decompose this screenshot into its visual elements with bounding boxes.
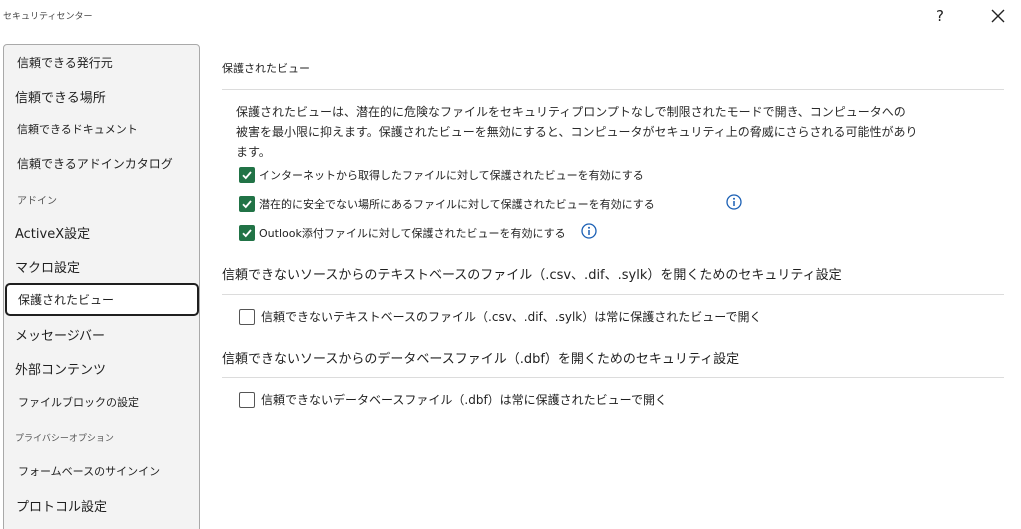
- option-label: インターネットから取得したファイルに対して保護されたビューを有効にする: [259, 169, 644, 182]
- checkbox-text-files[interactable]: [239, 308, 255, 325]
- db-files-heading: 信頼できないソースからのデータベースファイル（.dbf）を開くためのセキュリティ…: [222, 352, 740, 367]
- sidebar-item-trusted-addin-catalogs[interactable]: 信頼できるアドインカタログ: [4, 146, 201, 180]
- option-internet-files[interactable]: インターネットから取得したファイルに対して保護されたビューを有効にする: [239, 167, 644, 183]
- description-line: 保護されたビューは、潜在的に危険なファイルをセキュリティプロンプトなしで制限され…: [236, 105, 906, 119]
- checkbox-outlook-attachments[interactable]: [239, 225, 255, 241]
- sidebar-item-trusted-publishers[interactable]: 信頼できる発行元: [4, 45, 201, 79]
- sidebar-item-privacy-options[interactable]: プライバシーオプション: [4, 420, 201, 454]
- checkmark-icon: [242, 171, 252, 180]
- sidebar-item-label: 外部コンテンツ: [15, 362, 107, 378]
- sidebar-item-label: プロトコル設定: [16, 499, 108, 515]
- sidebar-item-form-based-signin[interactable]: フォームベースのサインイン: [4, 454, 201, 488]
- text-files-heading: 信頼できないソースからのテキストベースのファイル（.csv、.dif、.sylk…: [222, 268, 842, 283]
- checkmark-icon: [242, 229, 252, 238]
- option-text-files[interactable]: 信頼できないテキストベースのファイル（.csv、.dif、.sylk）は常に保護…: [239, 308, 762, 325]
- sidebar-item-activex[interactable]: ActiveX設定: [4, 215, 201, 249]
- sidebar-item-label: ファイルブロックの設定: [18, 396, 139, 409]
- section-divider: [222, 89, 1004, 90]
- description-line: ます。: [236, 145, 271, 159]
- protected-view-description: 保護されたビューは、潜在的に危険なファイルをセキュリティプロンプトなしで制限され…: [236, 102, 996, 162]
- sidebar-item-external-content[interactable]: 外部コンテンツ: [4, 351, 201, 385]
- checkbox-db-files[interactable]: [239, 391, 255, 408]
- section-divider: [222, 377, 1004, 378]
- sidebar-item-protocol-settings[interactable]: プロトコル設定: [4, 488, 201, 522]
- checkbox-internet-files[interactable]: [239, 167, 255, 183]
- sidebar-item-trusted-locations[interactable]: 信頼できる場所: [4, 79, 201, 113]
- sidebar-item-label: フォームベースのサインイン: [18, 465, 161, 478]
- sidebar-item-label: アドイン: [17, 195, 57, 207]
- sidebar-item-label: 信頼できるドキュメント: [17, 123, 138, 136]
- sidebar-item-addins[interactable]: アドイン: [4, 182, 201, 216]
- option-unsafe-locations[interactable]: 潜在的に安全でない場所にあるファイルに対して保護されたビューを有効にする: [239, 196, 655, 212]
- window-title: セキュリティセンター: [3, 12, 93, 22]
- checkmark-icon: [242, 200, 252, 209]
- sidebar-item-label: マクロ設定: [15, 260, 81, 276]
- description-line: 被害を最小限に抑えます。保護されたビューを無効にすると、コンピュータがセキュリテ…: [236, 125, 918, 139]
- sidebar-item-message-bar[interactable]: メッセージバー: [4, 317, 201, 351]
- sidebar-item-trusted-documents[interactable]: 信頼できるドキュメント: [4, 112, 201, 146]
- sidebar-item-label: 信頼できる場所: [15, 90, 106, 106]
- sidebar-item-label: メッセージバー: [15, 328, 105, 344]
- option-label: 信頼できないテキストベースのファイル（.csv、.dif、.sylk）は常に保護…: [261, 310, 762, 324]
- sidebar-item-file-block-settings[interactable]: ファイルブロックの設定: [4, 385, 201, 419]
- settings-content: 保護されたビュー 保護されたビューは、潜在的に危険なファイルをセキュリティプロン…: [222, 0, 1004, 529]
- option-label: 潜在的に安全でない場所にあるファイルに対して保護されたビューを有効にする: [259, 198, 655, 211]
- sidebar-item-label: プライバシーオプション: [15, 433, 114, 444]
- protected-view-heading: 保護されたビュー: [222, 62, 310, 75]
- sidebar-item-label: 信頼できるアドインカタログ: [17, 156, 173, 171]
- option-db-files[interactable]: 信頼できないデータベースファイル（.dbf）は常に保護されたビューで開く: [239, 391, 667, 408]
- sidebar: 信頼できる発行元 信頼できる場所 信頼できるドキュメント 信頼できるアドインカタ…: [3, 44, 200, 529]
- sidebar-item-protected-view[interactable]: 保護されたビュー: [5, 283, 199, 316]
- section-divider: [222, 294, 1004, 295]
- info-icon[interactable]: [581, 223, 597, 239]
- info-icon[interactable]: [726, 194, 742, 210]
- checkbox-unsafe-locations[interactable]: [239, 196, 255, 212]
- sidebar-item-label: 保護されたビュー: [18, 293, 115, 307]
- option-label: Outlook添付ファイルに対して保護されたビューを有効にする: [259, 227, 566, 240]
- sidebar-item-macro-settings[interactable]: マクロ設定: [4, 249, 201, 283]
- sidebar-item-label: 信頼できる発行元: [17, 55, 113, 70]
- option-label: 信頼できないデータベースファイル（.dbf）は常に保護されたビューで開く: [261, 393, 667, 407]
- option-outlook-attachments[interactable]: Outlook添付ファイルに対して保護されたビューを有効にする: [239, 225, 566, 241]
- sidebar-item-label: ActiveX設定: [15, 226, 91, 242]
